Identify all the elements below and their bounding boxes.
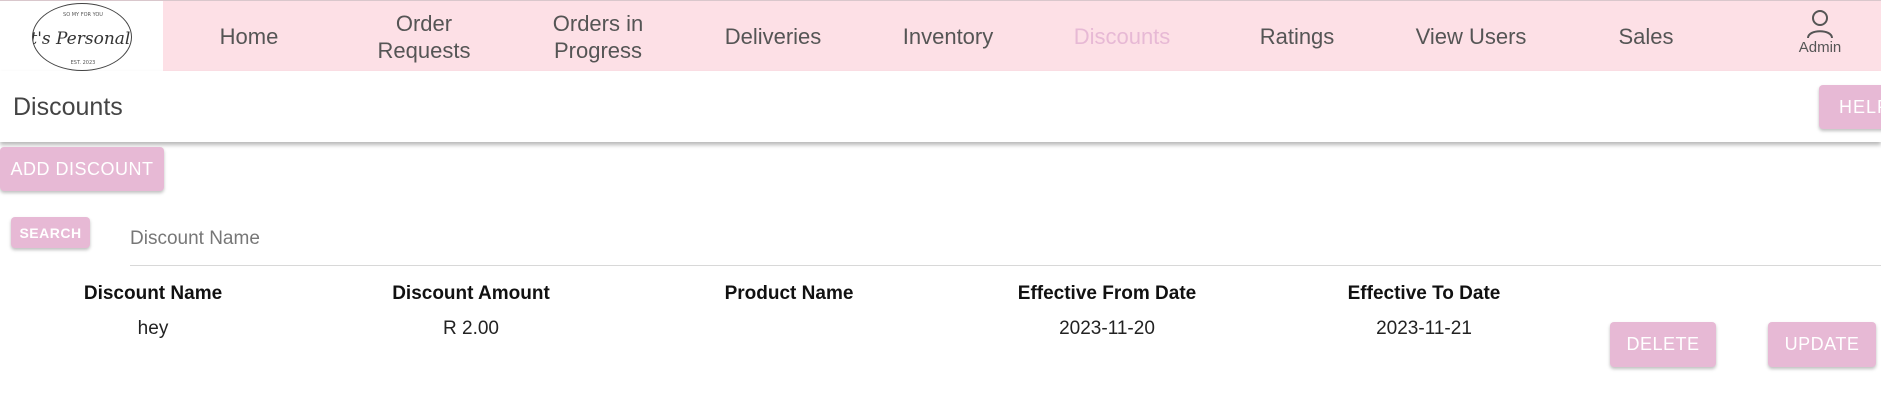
nav-sales[interactable]: Sales <box>1618 1 1673 72</box>
admin-menu[interactable]: Admin <box>1790 9 1850 56</box>
admin-label: Admin <box>1798 39 1842 56</box>
column-header-discount-amount: Discount Amount <box>392 283 550 304</box>
cell-discount-amount: R 2.00 <box>443 318 499 339</box>
nav-home[interactable]: Home <box>220 1 279 72</box>
svg-text:EST. 2023: EST. 2023 <box>70 60 95 66</box>
user-icon <box>1807 10 1833 39</box>
svg-text:It's Personal: It's Personal <box>33 29 130 49</box>
logo-emblem-icon: SO MY FOR YOU It's Personal EST. 2023 <box>33 12 130 66</box>
logo-badge: SO MY FOR YOU It's Personal EST. 2023 <box>31 2 132 71</box>
help-button[interactable]: HELP <box>1819 85 1881 129</box>
search-button[interactable]: SEARCH <box>11 217 90 248</box>
cell-effective-from-date: 2023-11-20 <box>1059 318 1155 339</box>
svg-text:SO MY FOR YOU: SO MY FOR YOU <box>63 12 103 18</box>
nav-view-users[interactable]: View Users <box>1416 1 1527 72</box>
page-title: Discounts <box>13 93 123 121</box>
delete-button[interactable]: DELETE <box>1610 322 1716 367</box>
cell-discount-name: hey <box>137 318 169 339</box>
top-nav-bar: SO MY FOR YOU It's Personal EST. 2023 Ho… <box>0 0 1881 72</box>
column-header-discount-name: Discount Name <box>83 283 223 304</box>
add-discount-button[interactable]: ADD DISCOUNT <box>0 147 164 191</box>
nav-inventory[interactable]: Inventory <box>903 1 994 72</box>
nav-orders-in-progress[interactable]: Orders in Progress <box>553 1 643 72</box>
update-button[interactable]: UPDATE <box>1768 322 1876 367</box>
nav-ratings[interactable]: Ratings <box>1260 1 1335 72</box>
nav-discounts[interactable]: Discounts <box>1074 1 1171 72</box>
nav-order-requests[interactable]: Order Requests <box>378 1 471 72</box>
column-header-effective-from-date: Effective From Date <box>1017 283 1197 304</box>
column-header-effective-to-date: Effective To Date <box>1347 283 1501 304</box>
nav-deliveries[interactable]: Deliveries <box>725 1 822 72</box>
page-header: Discounts HELP <box>0 71 1881 142</box>
brand-logo[interactable]: SO MY FOR YOU It's Personal EST. 2023 <box>0 1 163 72</box>
discount-name-search-input[interactable] <box>130 212 1881 266</box>
column-header-product-name: Product Name <box>724 283 854 304</box>
cell-effective-to-date: 2023-11-21 <box>1376 318 1472 339</box>
